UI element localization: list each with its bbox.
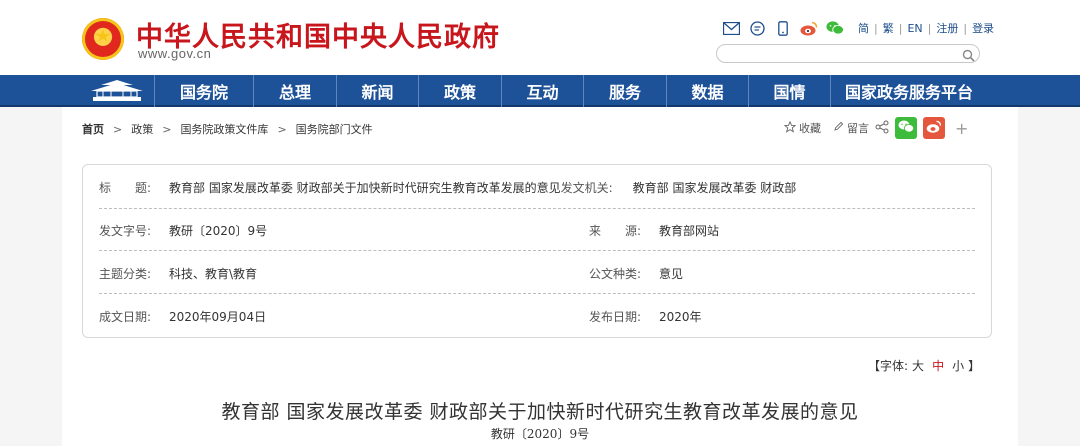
nav-item-services[interactable]: 服务 (583, 75, 666, 107)
lang-english-link[interactable]: EN (907, 22, 922, 35)
category-label: 主题分类: (99, 267, 152, 281)
share-toolbar: 收藏 留言 + (783, 117, 968, 139)
breadcrumb-policy-link[interactable]: 政策 (131, 121, 153, 137)
nav-item-policy[interactable]: 政策 (418, 75, 501, 107)
title-value: 教育部 国家发展改革委 财政部关于加快新时代研究生教育改革发展的意见 (169, 181, 561, 195)
font-size-prefix: 【字体: (868, 359, 909, 373)
source-value: 教育部网站 (659, 224, 720, 238)
separator: | (874, 21, 878, 35)
nav-item-national-info[interactable]: 国情 (748, 75, 830, 107)
divider-dashed (99, 250, 975, 251)
category-value: 科技、教育\教育 (169, 267, 258, 281)
star-icon (783, 120, 797, 136)
lang-traditional-link[interactable]: 繁 (883, 20, 894, 36)
favorite-label: 收藏 (799, 122, 821, 135)
wechat-share-button[interactable] (895, 117, 917, 139)
published-date-value: 2020年 (659, 310, 702, 324)
favorite-button[interactable]: 收藏 (783, 120, 821, 136)
font-size-small-option[interactable]: 小 (952, 357, 964, 374)
share-network-button[interactable] (875, 120, 889, 137)
document-title: 教育部 国家发展改革委 财政部关于加快新时代研究生教育改革发展的意见 (221, 401, 859, 423)
chat-icon[interactable] (748, 20, 766, 36)
share-icon (875, 120, 889, 137)
page-background-right (1018, 107, 1080, 446)
nav-item-premier[interactable]: 总理 (253, 75, 336, 107)
doc-type-value: 意见 (659, 267, 684, 281)
doc-type-label: 公文种类: (589, 267, 642, 281)
mobile-icon[interactable] (774, 20, 792, 36)
nav-home-tiananmen-icon[interactable] (80, 75, 154, 107)
nav-item-state-council[interactable]: 国务院 (154, 75, 253, 107)
nav-item-interaction[interactable]: 互动 (501, 75, 583, 107)
more-share-plus-icon[interactable]: + (955, 119, 968, 138)
site-url[interactable]: www.gov.cn (138, 46, 211, 61)
lang-simplified-link[interactable]: 简 (858, 20, 869, 36)
breadcrumb-policy-library-link[interactable]: 国务院政策文件库 (180, 121, 268, 137)
nav-item-news[interactable]: 新闻 (336, 75, 418, 107)
language-links: 简 | 繁 | EN | 注册 | 登录 (858, 20, 994, 36)
header-tools: 简 | 繁 | EN | 注册 | 登录 (722, 20, 994, 36)
issuer-value: 教育部 国家发展改革委 财政部 (632, 181, 797, 195)
title-label: 标 题: (99, 181, 152, 195)
font-size-medium-option[interactable]: 中 (932, 357, 944, 374)
search-icon[interactable] (962, 47, 975, 62)
font-size-switcher: 【字体: 大 中 小 】 (868, 357, 980, 374)
weibo-share-button[interactable] (923, 117, 945, 139)
pencil-icon (833, 121, 844, 135)
nav-item-data[interactable]: 数据 (666, 75, 748, 107)
separator: | (963, 21, 968, 35)
published-date-label: 发布日期: (589, 310, 642, 324)
doc-number-value: 教研〔2020〕9号 (169, 224, 268, 238)
site-header: 中华人民共和国中央人民政府 www.gov.cn 简 | 繁 | EN | 注册… (0, 0, 1080, 75)
document-info-box: 标 题: 教育部 国家发展改革委 财政部关于加快新时代研究生教育改革发展的意见 … (82, 164, 992, 338)
font-size-large-option[interactable]: 大 (912, 357, 924, 374)
register-link[interactable]: 注册 (936, 20, 958, 36)
divider-dashed (99, 293, 975, 294)
national-emblem-icon[interactable] (82, 18, 124, 60)
breadcrumb-separator: > (113, 122, 123, 136)
info-row-title: 标 题: 教育部 国家发展改革委 财政部关于加快新时代研究生教育改革发展的意见 … (99, 179, 796, 196)
login-link[interactable]: 登录 (972, 20, 994, 36)
breadcrumb: 首页 > 政策 > 国务院政策文件库 > 国务院部门文件 (82, 121, 373, 137)
weibo-icon[interactable] (800, 20, 818, 36)
issuer-label: 发文机关: (560, 181, 613, 195)
breadcrumb-separator: > (277, 122, 287, 136)
breadcrumb-department-docs-link[interactable]: 国务院部门文件 (296, 121, 373, 137)
nav-items: 国务院 总理 新闻 政策 互动 服务 数据 国情 国家政务服务平台 (154, 75, 987, 107)
written-date-value: 2020年09月04日 (169, 310, 267, 324)
nav-item-gov-service-platform[interactable]: 国家政务服务平台 (830, 75, 987, 107)
doc-number-label: 发文字号: (99, 224, 152, 238)
weibo-icon (926, 120, 942, 136)
written-date-label: 成文日期: (99, 310, 152, 324)
breadcrumb-separator: > (162, 122, 172, 136)
mail-icon[interactable] (722, 20, 740, 36)
document-number: 教研〔2020〕9号 (490, 427, 590, 441)
wechat-icon[interactable] (826, 20, 844, 36)
comment-label: 留言 (847, 122, 869, 135)
info-row-category: 主题分类: 科技、教育\教育 公文种类: 意见 (99, 265, 683, 282)
comment-button[interactable]: 留言 (833, 120, 869, 136)
breadcrumb-home-link[interactable]: 首页 (82, 121, 104, 137)
page-background-left (0, 107, 62, 446)
info-row-doc-number: 发文字号: 教研〔2020〕9号 来 源: 教育部网站 (99, 222, 719, 239)
source-label: 来 源: (589, 224, 642, 238)
wechat-icon (898, 120, 914, 136)
font-size-suffix: 】 (968, 359, 981, 373)
divider-dashed (99, 208, 975, 209)
separator: | (898, 21, 903, 35)
info-row-dates: 成文日期: 2020年09月04日 发布日期: 2020年 (99, 308, 702, 325)
main-nav: 国务院 总理 新闻 政策 互动 服务 数据 国情 国家政务服务平台 (0, 75, 1080, 107)
separator: | (927, 21, 932, 35)
search-input[interactable] (716, 44, 980, 63)
content-panel: 首页 > 政策 > 国务院政策文件库 > 国务院部门文件 收藏 留言 + 标 题… (62, 107, 1018, 446)
